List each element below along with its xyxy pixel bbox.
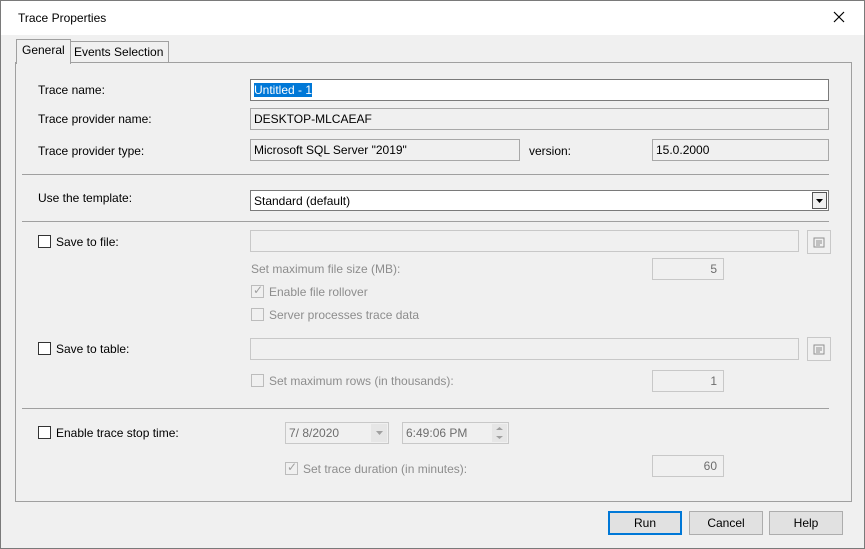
checkmark-icon: ✓ xyxy=(253,283,264,297)
stop-date-picker[interactable]: 7/ 8/2020 xyxy=(285,422,389,444)
chevron-down-icon xyxy=(375,431,383,435)
cancel-button-label: Cancel xyxy=(707,516,745,530)
template-dropdown[interactable]: Standard (default) xyxy=(250,190,829,211)
stop-time-spinner[interactable]: 6:49:06 PM xyxy=(402,422,509,444)
provider-type-field: Microsoft SQL Server "2019" xyxy=(250,139,520,161)
version-field: 15.0.2000 xyxy=(652,139,829,161)
chevron-down-icon xyxy=(816,198,823,203)
max-file-size-value: 5 xyxy=(710,262,717,276)
template-label: Use the template: xyxy=(38,191,133,205)
trace-duration-checkbox[interactable]: ✓ xyxy=(285,460,298,475)
enable-file-rollover-label: Enable file rollover xyxy=(269,285,368,299)
save-to-table-label: Save to table: xyxy=(56,342,130,356)
save-to-file-path-input[interactable] xyxy=(250,230,799,252)
trace-name-value: Untitled - 1 xyxy=(254,83,313,97)
trace-duration-input[interactable]: 60 xyxy=(652,455,724,477)
server-processes-checkbox[interactable] xyxy=(251,308,264,321)
browse-icon xyxy=(813,344,825,355)
browse-icon xyxy=(813,237,825,248)
max-file-size-label: Set maximum file size (MB): xyxy=(251,262,401,276)
trace-name-input[interactable]: Untitled - 1 xyxy=(250,79,829,101)
enable-stop-time-label: Enable trace stop time: xyxy=(56,426,179,440)
tab-general[interactable]: General xyxy=(16,39,71,64)
help-button[interactable]: Help xyxy=(769,511,843,535)
run-button-label: Run xyxy=(633,516,656,530)
save-to-table-input[interactable] xyxy=(250,338,799,360)
max-rows-checkbox[interactable] xyxy=(251,374,264,387)
stop-date-dropdown-button[interactable] xyxy=(371,424,387,442)
save-to-table-browse-button[interactable] xyxy=(807,337,831,361)
cancel-button[interactable]: Cancel xyxy=(689,511,763,535)
save-to-table-checkbox[interactable] xyxy=(38,342,51,355)
provider-type-label: Trace provider type: xyxy=(38,144,145,158)
provider-name-value: DESKTOP-MLCAEAF xyxy=(254,112,372,126)
stop-time-spin-buttons[interactable] xyxy=(492,424,507,442)
tab-events-selection[interactable]: Events Selection xyxy=(68,41,170,63)
provider-name-label: Trace provider name: xyxy=(38,112,152,126)
trace-duration-value: 60 xyxy=(703,459,717,473)
divider xyxy=(22,174,829,175)
save-to-file-checkbox[interactable] xyxy=(38,235,51,248)
enable-stop-time-checkbox[interactable] xyxy=(38,426,51,439)
max-rows-input[interactable]: 1 xyxy=(652,370,724,392)
title-bar[interactable]: Trace Properties xyxy=(1,1,864,35)
checkmark-icon: ✓ xyxy=(287,460,298,474)
tab-events-selection-label: Events Selection xyxy=(74,45,164,59)
template-value: Standard (default) xyxy=(254,194,351,208)
enable-file-rollover-checkbox[interactable]: ✓ xyxy=(251,283,264,298)
max-file-size-input[interactable]: 5 xyxy=(652,258,724,280)
max-rows-label: Set maximum rows (in thousands): xyxy=(269,374,454,388)
trace-properties-dialog: Trace Properties General Events Selectio… xyxy=(0,0,865,549)
template-dropdown-button[interactable] xyxy=(812,192,827,209)
help-button-label: Help xyxy=(793,516,819,530)
trace-name-label: Trace name: xyxy=(38,83,105,97)
save-to-file-label: Save to file: xyxy=(56,235,119,249)
max-rows-value: 1 xyxy=(710,374,717,388)
window-title: Trace Properties xyxy=(18,11,107,25)
version-label: version: xyxy=(529,144,572,158)
trace-duration-label: Set trace duration (in minutes): xyxy=(303,462,468,476)
stop-time-value: 6:49:06 PM xyxy=(406,426,468,440)
save-to-file-browse-button[interactable] xyxy=(807,230,831,254)
close-icon xyxy=(833,11,845,23)
version-value: 15.0.2000 xyxy=(656,143,710,157)
provider-type-value: Microsoft SQL Server "2019" xyxy=(254,143,407,157)
tab-general-label: General xyxy=(22,43,65,57)
spin-up-icon xyxy=(496,427,503,430)
divider xyxy=(22,221,829,222)
provider-name-field: DESKTOP-MLCAEAF xyxy=(250,108,829,130)
close-button[interactable] xyxy=(819,3,859,31)
server-processes-label: Server processes trace data xyxy=(269,308,420,322)
stop-date-value: 7/ 8/2020 xyxy=(289,426,340,440)
divider xyxy=(22,408,829,409)
spin-down-icon xyxy=(496,436,503,439)
run-button[interactable]: Run xyxy=(608,511,682,535)
